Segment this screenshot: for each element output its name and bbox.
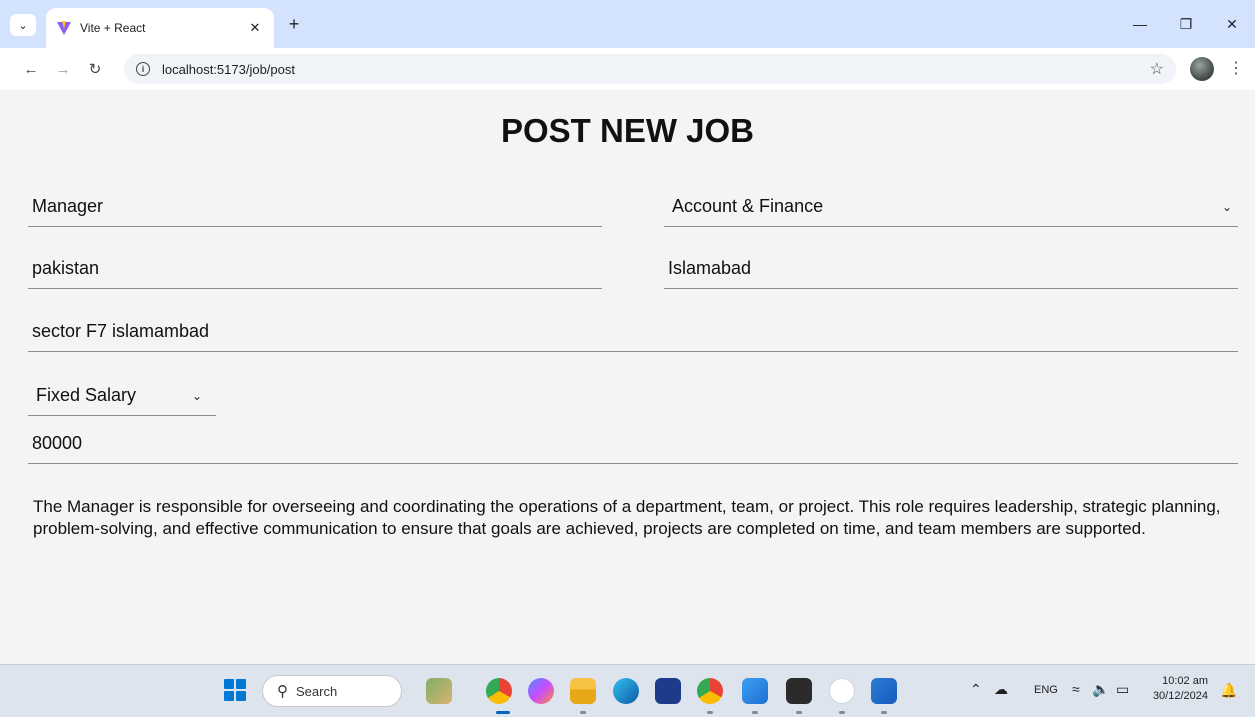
- windows-taskbar: ⚲ Search ⌃ ☁ ENG ≈ 🔈 ▭ 10:02 am 30/12/20…: [0, 664, 1255, 717]
- minimize-icon[interactable]: —: [1117, 0, 1163, 48]
- url-text[interactable]: localhost:5173/job/post: [162, 62, 1150, 77]
- clock[interactable]: 10:02 am 30/12/2024: [1150, 674, 1208, 704]
- terminal-icon[interactable]: [786, 678, 812, 704]
- vite-logo-icon: [57, 21, 71, 35]
- app-indicator: [839, 711, 845, 714]
- category-select[interactable]: Account & Finance ⌄: [664, 187, 1238, 227]
- widgets-icon[interactable]: [426, 678, 452, 704]
- active-app-indicator: [496, 711, 510, 714]
- app-indicator: [796, 711, 802, 714]
- location-value: sector F7 islamambad: [32, 321, 210, 341]
- reload-icon[interactable]: ↻: [84, 58, 106, 80]
- search-icon: ⚲: [277, 683, 288, 700]
- chrome-icon[interactable]: [486, 678, 512, 704]
- close-tab-icon[interactable]: ✕: [246, 20, 264, 36]
- app-indicator: [881, 711, 887, 714]
- country-input[interactable]: pakistan: [28, 249, 602, 289]
- microsoft-store-icon[interactable]: [655, 678, 681, 704]
- city-input[interactable]: Islamabad: [664, 249, 1238, 289]
- address-bar[interactable]: i localhost:5173/job/post ☆: [124, 54, 1176, 84]
- back-arrow-icon[interactable]: ←: [20, 58, 42, 80]
- volume-icon[interactable]: 🔈: [1092, 681, 1109, 698]
- salary-type-select[interactable]: Fixed Salary ⌄: [28, 376, 216, 416]
- language-indicator[interactable]: ENG: [1034, 684, 1058, 696]
- page-title: POST NEW JOB: [500, 112, 755, 149]
- new-tab-plus-icon[interactable]: +: [284, 15, 304, 33]
- close-window-icon[interactable]: ✕: [1209, 0, 1255, 48]
- browser-tab-bar: ⌄ Vite + React ✕ + — ❐ ✕: [0, 0, 1255, 48]
- window-controls: — ❐ ✕: [1117, 0, 1255, 48]
- tab-search-chevron-icon[interactable]: ⌄: [10, 14, 36, 36]
- network-status-icon[interactable]: ☁: [994, 681, 1008, 698]
- bookmark-star-icon[interactable]: ☆: [1150, 59, 1164, 79]
- wifi-icon[interactable]: ≈: [1072, 681, 1080, 697]
- job-description-textarea[interactable]: The Manager is responsible for overseein…: [33, 496, 1233, 540]
- app-indicator: [752, 711, 758, 714]
- clock-date: 30/12/2024: [1152, 690, 1208, 702]
- app-indicator: [707, 711, 713, 714]
- battery-icon[interactable]: ▭: [1116, 681, 1129, 698]
- chevron-down-icon: ⌄: [1221, 199, 1232, 214]
- post-job-page: POST NEW JOB Manager Account & Finance ⌄…: [0, 90, 1255, 664]
- app-indicator: [580, 711, 586, 714]
- salary-type-value: Fixed Salary: [36, 385, 137, 405]
- edge-icon[interactable]: [613, 678, 639, 704]
- file-explorer-icon[interactable]: [570, 678, 596, 704]
- clock-time: 10:02 am: [1162, 675, 1208, 687]
- search-label: Search: [296, 683, 338, 699]
- notification-bell-icon[interactable]: 🔔: [1220, 682, 1237, 699]
- windows-start-icon[interactable]: [224, 679, 246, 701]
- mongodb-compass-icon[interactable]: [829, 678, 855, 704]
- more-menu-icon[interactable]: ⋮: [1228, 58, 1244, 78]
- job-title-value: Manager: [32, 196, 104, 216]
- salary-value: 80000: [32, 433, 83, 453]
- location-input[interactable]: sector F7 islamambad: [28, 312, 1238, 352]
- taskbar-search[interactable]: ⚲ Search: [262, 675, 402, 707]
- browser-toolbar: ← → ↻ i localhost:5173/job/post ☆ ⋮: [0, 48, 1255, 90]
- category-value: Account & Finance: [672, 196, 824, 216]
- profile-avatar[interactable]: [1190, 57, 1214, 81]
- vscode-icon[interactable]: [742, 678, 768, 704]
- salary-input[interactable]: 80000: [28, 424, 1238, 464]
- job-title-input[interactable]: Manager: [28, 187, 602, 227]
- city-value: Islamabad: [668, 258, 752, 278]
- show-hidden-icons-chevron-icon[interactable]: ⌃: [970, 681, 982, 698]
- browser-tab[interactable]: Vite + React ✕: [46, 8, 274, 48]
- copilot-icon[interactable]: [528, 678, 554, 704]
- word-icon[interactable]: [871, 678, 897, 704]
- country-value: pakistan: [32, 258, 100, 278]
- forward-arrow-icon[interactable]: →: [52, 58, 74, 80]
- restore-icon[interactable]: ❐: [1163, 0, 1209, 48]
- site-info-icon[interactable]: i: [136, 62, 150, 76]
- chevron-down-icon: ⌄: [191, 388, 202, 403]
- chrome-profile-icon[interactable]: [697, 678, 723, 704]
- tab-title: Vite + React: [80, 21, 146, 35]
